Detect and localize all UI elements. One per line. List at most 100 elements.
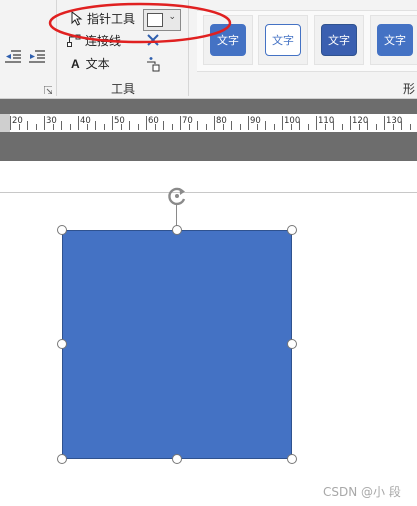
ruler-major-tick <box>10 116 11 130</box>
ruler-major-tick <box>78 116 79 130</box>
ruler-major-tick <box>146 116 147 130</box>
ruler-minor-tick <box>197 121 198 130</box>
shape-style-thumbnail[interactable]: 文字 <box>370 15 417 65</box>
shape-style-thumbnail[interactable]: 文字 <box>314 15 364 65</box>
resize-handle-bottom[interactable] <box>172 454 182 464</box>
ruler-minor-tick <box>257 124 258 130</box>
ruler-minor-tick <box>265 121 266 130</box>
shape-styles-group-label: 形 <box>403 82 416 96</box>
ruler-major-tick <box>248 116 249 130</box>
ruler-tick-label: 130 <box>386 116 403 126</box>
ruler-major-tick <box>112 116 113 130</box>
paragraph-dialog-launcher-icon[interactable] <box>44 86 52 94</box>
ruler-minor-tick <box>53 124 54 130</box>
ruler-minor-tick <box>325 124 326 130</box>
resize-handle-top-right[interactable] <box>287 225 297 235</box>
resize-handle-left[interactable] <box>57 339 67 349</box>
ruler-minor-tick <box>138 124 139 130</box>
ruler-minor-tick <box>121 124 122 130</box>
tools-group-label: 工具 <box>111 82 136 96</box>
ribbon-separator <box>188 0 189 96</box>
ruler-minor-tick <box>189 124 190 130</box>
ruler-tick-label: 60 <box>148 116 159 126</box>
shape-picker-dropdown[interactable]: ⌄ <box>143 9 181 31</box>
ruler-major-tick <box>214 116 215 130</box>
connector-icon <box>67 34 81 47</box>
resize-handle-bottom-right[interactable] <box>287 454 297 464</box>
resize-handle-top-left[interactable] <box>57 225 67 235</box>
decrease-indent-icon[interactable] <box>5 49 21 63</box>
resize-handle-bottom-left[interactable] <box>57 454 67 464</box>
ruler-tick-label: 80 <box>216 116 227 126</box>
ruler-minor-tick <box>36 124 37 130</box>
style-thumb-inner: 文字 <box>321 24 357 56</box>
resize-handle-top[interactable] <box>172 225 182 235</box>
shape-style-thumbnail[interactable]: 文字 <box>258 15 308 65</box>
ruler-tick-label: 100 <box>284 116 301 126</box>
ruler-minor-tick <box>342 124 343 130</box>
ruler-minor-tick <box>367 121 368 130</box>
ruler-minor-tick <box>291 124 292 130</box>
pointer-arrow-icon <box>71 11 83 26</box>
page-edge <box>0 192 417 193</box>
ruler-major-tick <box>384 116 385 130</box>
watermark: CSDN @小 段 <box>323 485 401 499</box>
ruler-minor-tick <box>129 121 130 130</box>
ruler-minor-tick <box>231 121 232 130</box>
ruler-minor-tick <box>155 124 156 130</box>
ruler-minor-tick <box>70 124 71 130</box>
ruler-minor-tick <box>274 124 275 130</box>
connection-point-icon[interactable] <box>145 56 161 72</box>
style-thumb-inner: 文字 <box>265 24 301 56</box>
increase-indent-icon[interactable] <box>29 49 45 63</box>
pointer-tool-button[interactable]: 指针工具 <box>71 11 135 26</box>
ruler-minor-tick <box>308 124 309 130</box>
ruler-major-tick <box>44 116 45 130</box>
ruler-minor-tick <box>206 124 207 130</box>
shape-style-thumbnail[interactable]: 文字 <box>203 15 253 65</box>
ruler-tick-label: 20 <box>12 116 23 126</box>
ruler-minor-tick <box>104 124 105 130</box>
ruler-minor-tick <box>19 124 20 130</box>
ruler-tick-label: 110 <box>318 116 335 126</box>
pointer-tool-label: 指针工具 <box>87 11 136 26</box>
ruler-minor-tick <box>401 121 402 130</box>
text-tool-label: 文本 <box>85 57 110 71</box>
ruler-major-tick <box>350 116 351 130</box>
ruler-minor-tick <box>333 121 334 130</box>
ruler-minor-tick <box>240 124 241 130</box>
style-thumb-inner: 文字 <box>377 24 413 56</box>
ruler-tick-label: 70 <box>182 116 193 126</box>
close-icon[interactable] <box>147 34 159 46</box>
ruler-minor-tick <box>393 124 394 130</box>
ruler-minor-tick <box>410 124 411 130</box>
ruler-tick-label: 90 <box>250 116 261 126</box>
ruler-minor-tick <box>223 124 224 130</box>
ruler-tick-label: 30 <box>46 116 57 126</box>
shape-swatch <box>147 13 163 27</box>
rotate-handle-icon[interactable] <box>165 186 189 208</box>
ruler-margin-shade <box>0 114 10 132</box>
ruler-minor-tick <box>87 124 88 130</box>
ruler-minor-tick <box>61 121 62 130</box>
connector-tool-button[interactable]: 连接线 <box>67 34 121 48</box>
ribbon-separator <box>56 0 57 96</box>
ruler-major-tick <box>316 116 317 130</box>
resize-handle-right[interactable] <box>287 339 297 349</box>
ruler-minor-tick <box>27 121 28 130</box>
ruler-minor-tick <box>172 124 173 130</box>
text-tool-button[interactable]: A 文本 <box>71 57 110 71</box>
ruler-tick-label: 50 <box>114 116 125 126</box>
ruler-major-tick <box>282 116 283 130</box>
selected-rectangle-shape[interactable] <box>62 230 292 459</box>
ruler-minor-tick <box>163 121 164 130</box>
connector-tool-label: 连接线 <box>85 34 122 48</box>
ruler-major-tick <box>180 116 181 130</box>
text-a-icon: A <box>71 57 80 71</box>
style-thumb-inner: 文字 <box>210 24 246 56</box>
chevron-down-icon: ⌄ <box>168 12 176 22</box>
ruler-minor-tick <box>376 124 377 130</box>
ruler-minor-tick <box>95 121 96 130</box>
ruler-tick-label: 120 <box>352 116 369 126</box>
ruler-minor-tick <box>299 121 300 130</box>
